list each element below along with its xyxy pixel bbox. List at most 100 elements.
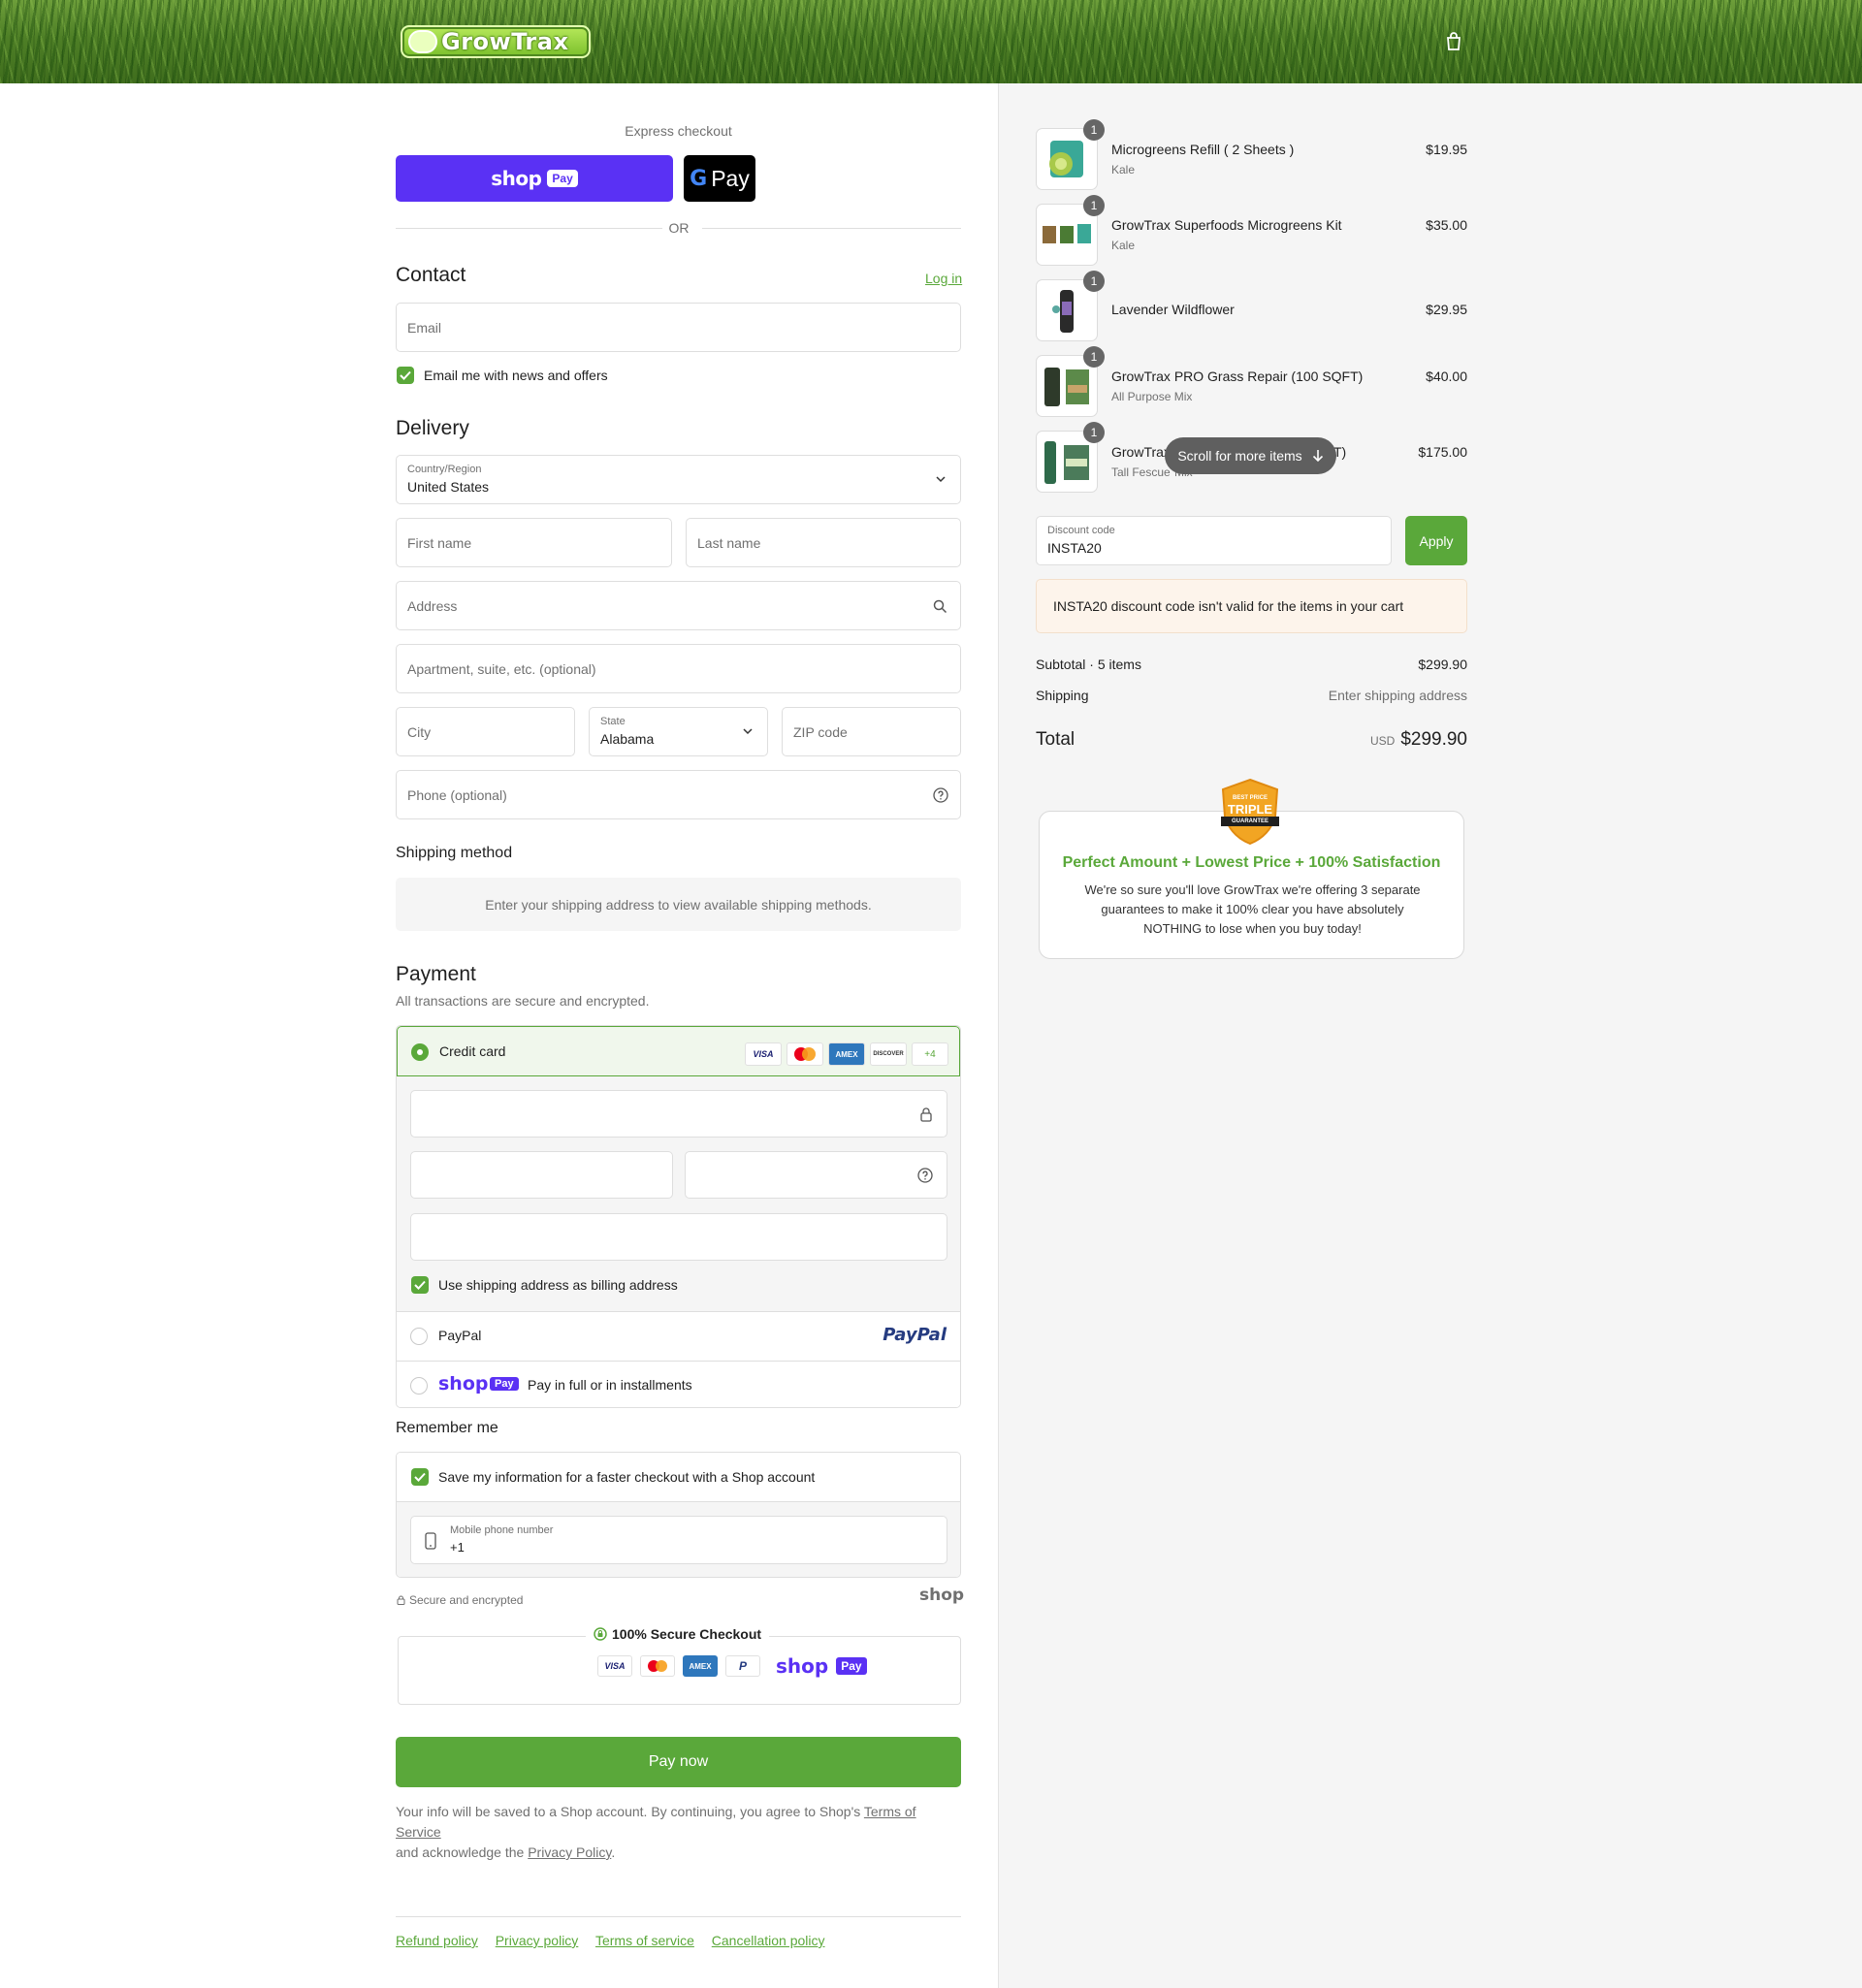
login-link[interactable]: Log in bbox=[925, 271, 962, 286]
product-thumbnail: 1 bbox=[1036, 346, 1105, 417]
shop-pay-button[interactable]: shop Pay bbox=[396, 155, 673, 202]
mobile-row: Mobile phone number +1 bbox=[397, 1501, 960, 1577]
google-pay-label: Pay bbox=[711, 165, 750, 191]
help-circle-icon[interactable] bbox=[933, 787, 948, 803]
state-value: Alabama bbox=[600, 731, 655, 747]
last-name-field[interactable]: Last name bbox=[686, 518, 961, 567]
paypal-option[interactable]: PayPal PayPal bbox=[397, 1311, 960, 1361]
shop-pay-logo: shop bbox=[438, 1373, 489, 1395]
total-value: $299.90 bbox=[1400, 729, 1467, 750]
shipping-label: Shipping bbox=[1036, 688, 1089, 703]
discount-code-field[interactable]: Discount code INSTA20 bbox=[1036, 516, 1392, 565]
legal-text-part1: Your info will be saved to a Shop accoun… bbox=[396, 1804, 864, 1819]
item-price: $19.95 bbox=[1426, 142, 1467, 157]
item-variant: Kale bbox=[1111, 163, 1136, 176]
mastercard-icon bbox=[787, 1042, 823, 1066]
privacy-policy-link[interactable]: Privacy Policy bbox=[528, 1844, 611, 1860]
pay-now-button[interactable]: Pay now bbox=[396, 1737, 961, 1787]
name-on-card-field[interactable] bbox=[410, 1213, 947, 1261]
total-label: Total bbox=[1036, 729, 1075, 750]
paypal-badge: P bbox=[725, 1655, 760, 1677]
total-row: USD $299.90 bbox=[1273, 729, 1467, 751]
item-price: $175.00 bbox=[1418, 444, 1467, 460]
quantity-badge: 1 bbox=[1083, 271, 1105, 292]
product-thumbnail: 1 bbox=[1036, 271, 1105, 341]
google-pay-button[interactable]: G Pay bbox=[684, 155, 755, 202]
credit-card-option[interactable]: Credit card VISA AMEX DISCOVER +4 bbox=[397, 1026, 960, 1076]
state-select[interactable]: State Alabama bbox=[589, 707, 768, 756]
check-icon bbox=[414, 1472, 426, 1482]
city-field[interactable]: City bbox=[396, 707, 575, 756]
scroll-more-items-button[interactable]: Scroll for more items bbox=[1165, 437, 1336, 474]
item-variant: Kale bbox=[1111, 239, 1136, 252]
mobile-value: +1 bbox=[450, 1540, 465, 1555]
privacy-policy-footer-link[interactable]: Privacy policy bbox=[496, 1933, 579, 1948]
secure-checkout-title-row: 100% Secure Checkout bbox=[586, 1626, 770, 1642]
first-name-field[interactable]: First name bbox=[396, 518, 672, 567]
shipping-method-title: Shipping method bbox=[396, 845, 513, 861]
address-field[interactable]: Address bbox=[396, 581, 961, 630]
visa-icon: VISA bbox=[745, 1042, 782, 1066]
zip-field[interactable]: ZIP code bbox=[782, 707, 961, 756]
triple-guarantee-badge: BEST PRICE TRIPLE GUARANTEE bbox=[1219, 778, 1281, 846]
item-name: Microgreens Refill ( 2 Sheets ) bbox=[1111, 142, 1295, 157]
badge-top-text: BEST PRICE bbox=[1232, 795, 1268, 801]
email-field[interactable]: Email bbox=[396, 303, 961, 352]
mobile-label: Mobile phone number bbox=[450, 1524, 554, 1536]
apply-button[interactable]: Apply bbox=[1405, 516, 1467, 565]
item-price: $29.95 bbox=[1426, 302, 1467, 317]
save-info-checkbox[interactable] bbox=[411, 1468, 429, 1486]
product-thumbnail: 1 bbox=[1036, 195, 1105, 266]
discount-value: INSTA20 bbox=[1047, 540, 1102, 556]
more-cards-badge: +4 bbox=[912, 1042, 948, 1066]
item-name: GrowTrax Superfoods Microgreens Kit bbox=[1111, 217, 1342, 233]
cancellation-policy-link[interactable]: Cancellation policy bbox=[712, 1933, 825, 1948]
help-circle-icon[interactable] bbox=[917, 1168, 933, 1183]
quantity-badge: 1 bbox=[1083, 422, 1105, 443]
contact-title: Contact bbox=[396, 264, 466, 286]
shipping-value: Enter shipping address bbox=[1328, 688, 1467, 703]
payment-subtitle: All transactions are secure and encrypte… bbox=[396, 993, 650, 1009]
paypal-logo: PayPal bbox=[883, 1325, 947, 1345]
shop-pay-radio[interactable] bbox=[410, 1377, 428, 1395]
growtrax-logo[interactable]: GrowTrax bbox=[401, 25, 591, 58]
subtotal-value: $299.90 bbox=[1418, 657, 1467, 672]
legal-text: Your info will be saved to a Shop accoun… bbox=[396, 1802, 961, 1863]
expiration-field[interactable] bbox=[410, 1151, 673, 1199]
billing-same-checkbox[interactable] bbox=[411, 1276, 429, 1294]
shop-pay-badge: Pay bbox=[490, 1377, 519, 1391]
visa-badge: VISA bbox=[597, 1655, 632, 1677]
item-variant: All Purpose Mix bbox=[1111, 390, 1193, 403]
product-thumbnail: 1 bbox=[1036, 422, 1105, 493]
item-name: GrowTrax PRO Grass Repair (100 SQFT) bbox=[1111, 369, 1364, 384]
news-checkbox[interactable] bbox=[397, 367, 414, 384]
country-value: United States bbox=[407, 479, 490, 495]
logo-pill-icon bbox=[408, 30, 437, 53]
phone-field[interactable]: Phone (optional) bbox=[396, 770, 961, 819]
terms-of-service-footer-link[interactable]: Terms of service bbox=[595, 1933, 694, 1948]
chevron-down-icon bbox=[743, 728, 753, 735]
delivery-title: Delivery bbox=[396, 417, 469, 439]
card-number-field[interactable] bbox=[410, 1090, 947, 1138]
secure-checkout-box: VISA AMEX P shop Pay bbox=[398, 1636, 961, 1705]
remember-me-box: Save my information for a faster checkou… bbox=[396, 1452, 961, 1578]
refund-policy-link[interactable]: Refund policy bbox=[396, 1933, 478, 1948]
credit-card-radio[interactable] bbox=[411, 1043, 429, 1061]
security-code-field[interactable] bbox=[685, 1151, 947, 1199]
amex-icon: AMEX bbox=[828, 1042, 865, 1066]
paypal-radio[interactable] bbox=[410, 1328, 428, 1345]
express-checkout-title: Express checkout bbox=[625, 123, 732, 139]
shop-pay-option[interactable]: shop Pay Pay in full or in installments bbox=[397, 1361, 960, 1407]
country-select[interactable]: Country/Region United States bbox=[396, 455, 961, 504]
state-label: State bbox=[600, 716, 626, 727]
chevron-down-icon bbox=[936, 476, 946, 483]
mobile-phone-field[interactable]: Mobile phone number +1 bbox=[410, 1516, 947, 1564]
footer-divider bbox=[396, 1916, 961, 1917]
header-banner: GrowTrax bbox=[0, 0, 1862, 83]
paypal-label: PayPal bbox=[438, 1328, 482, 1343]
shopping-bag-icon[interactable] bbox=[1443, 31, 1464, 52]
phone-placeholder: Phone (optional) bbox=[407, 786, 507, 803]
guarantee-headline: Perfect Amount + Lowest Price + 100% Sat… bbox=[1062, 854, 1441, 871]
discount-label: Discount code bbox=[1047, 525, 1115, 536]
apartment-field[interactable]: Apartment, suite, etc. (optional) bbox=[396, 644, 961, 693]
